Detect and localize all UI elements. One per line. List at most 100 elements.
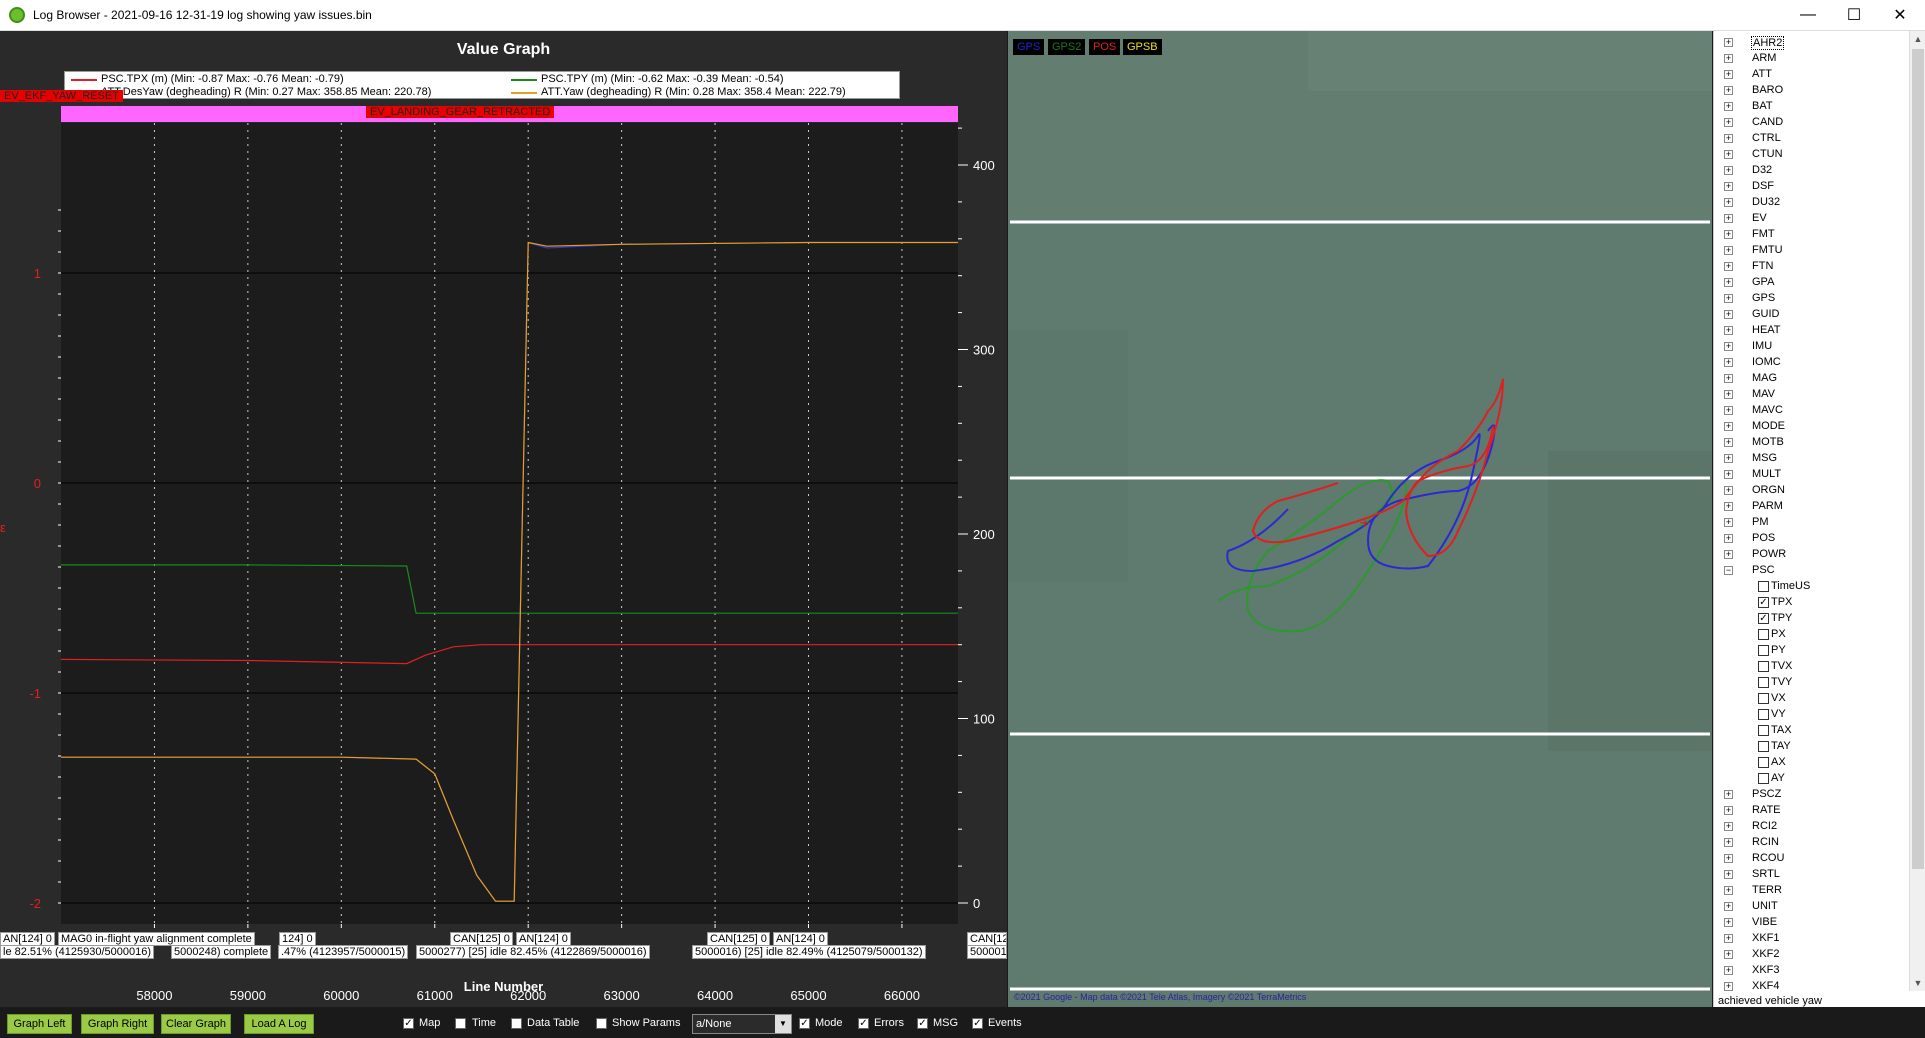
tree-item-rcou[interactable]: + RCOU: [1714, 851, 1910, 867]
tree-item-psc[interactable]: − PSC: [1714, 563, 1910, 579]
tree-field-checkbox[interactable]: [1758, 773, 1769, 784]
expand-icon[interactable]: +: [1724, 550, 1733, 559]
expand-icon[interactable]: +: [1724, 470, 1733, 479]
expand-icon[interactable]: +: [1724, 422, 1733, 431]
tree-item-baro[interactable]: + BARO: [1714, 83, 1910, 99]
tree-field-checkbox[interactable]: [1758, 581, 1769, 592]
expand-icon[interactable]: +: [1724, 950, 1733, 959]
expand-icon[interactable]: +: [1724, 534, 1733, 543]
expand-icon[interactable]: +: [1724, 310, 1733, 319]
tree-field-checkbox[interactable]: [1758, 645, 1769, 656]
scroll-up-icon[interactable]: ▲: [1913, 34, 1923, 44]
expand-icon[interactable]: +: [1724, 358, 1733, 367]
expand-icon[interactable]: +: [1724, 102, 1733, 111]
tree-item-pm[interactable]: + PM: [1714, 515, 1910, 531]
expand-icon[interactable]: +: [1724, 118, 1733, 127]
minimize-button[interactable]: —: [1785, 0, 1831, 30]
expand-icon[interactable]: +: [1724, 198, 1733, 207]
close-button[interactable]: ✕: [1877, 0, 1923, 30]
expand-icon[interactable]: +: [1724, 918, 1733, 927]
tree-item-mult[interactable]: + MULT: [1714, 467, 1910, 483]
tree-item-terr[interactable]: + TERR: [1714, 883, 1910, 899]
tree-item-motb[interactable]: + MOTB: [1714, 435, 1910, 451]
tree-item-dsf[interactable]: + DSF: [1714, 179, 1910, 195]
expand-icon[interactable]: +: [1724, 262, 1733, 271]
expand-icon[interactable]: +: [1724, 870, 1733, 879]
expand-icon[interactable]: +: [1724, 294, 1733, 303]
tree-scrollbar[interactable]: ▲ ▼: [1909, 31, 1925, 991]
expand-icon[interactable]: +: [1724, 902, 1733, 911]
tree-field-tax[interactable]: TAX: [1714, 723, 1910, 739]
expand-icon[interactable]: +: [1724, 518, 1733, 527]
tree-item-mode[interactable]: + MODE: [1714, 419, 1910, 435]
expand-icon[interactable]: +: [1724, 454, 1733, 463]
tree-field-checkbox[interactable]: [1758, 677, 1769, 688]
load-log-button[interactable]: Load A Log: [244, 1014, 314, 1034]
tree-field-checkbox[interactable]: [1758, 693, 1769, 704]
graph-right-button[interactable]: Graph Right: [81, 1014, 154, 1034]
scroll-down-icon[interactable]: ▼: [1913, 978, 1923, 988]
expand-icon[interactable]: +: [1724, 374, 1733, 383]
tree-field-ax[interactable]: AX: [1714, 755, 1910, 771]
clear-graph-button[interactable]: Clear Graph: [161, 1014, 231, 1034]
tree-item-rci2[interactable]: + RCI2: [1714, 819, 1910, 835]
tree-field-timeus[interactable]: TimeUS: [1714, 579, 1910, 595]
expand-icon[interactable]: +: [1724, 934, 1733, 943]
tree-item-pos[interactable]: + POS: [1714, 531, 1910, 547]
errors-checkbox[interactable]: ✓: [858, 1018, 869, 1029]
expand-icon[interactable]: +: [1724, 982, 1733, 991]
tree-field-tay[interactable]: TAY: [1714, 739, 1910, 755]
log-tree[interactable]: + AHR2 + ARM + ATT + BARO + BAT + CAND + CTRL + CTUN + D3…: [1714, 35, 1910, 995]
tree-field-checkbox[interactable]: [1758, 741, 1769, 752]
expand-icon[interactable]: +: [1724, 214, 1733, 223]
expand-icon[interactable]: +: [1724, 390, 1733, 399]
tree-item-parm[interactable]: + PARM: [1714, 499, 1910, 515]
tree-field-vy[interactable]: VY: [1714, 707, 1910, 723]
tree-item-imu[interactable]: + IMU: [1714, 339, 1910, 355]
expand-icon[interactable]: +: [1724, 38, 1733, 47]
expand-icon[interactable]: +: [1724, 486, 1733, 495]
tree-item-iomc[interactable]: + IOMC: [1714, 355, 1910, 371]
tree-item-pscz[interactable]: + PSCZ: [1714, 787, 1910, 803]
tree-item-gps[interactable]: + GPS: [1714, 291, 1910, 307]
maximize-button[interactable]: ☐: [1831, 0, 1877, 30]
tree-item-mag[interactable]: + MAG: [1714, 371, 1910, 387]
expand-icon[interactable]: +: [1724, 230, 1733, 239]
tree-item-unit[interactable]: + UNIT: [1714, 899, 1910, 915]
expand-icon[interactable]: +: [1724, 70, 1733, 79]
expand-icon[interactable]: +: [1724, 822, 1733, 831]
tree-item-heat[interactable]: + HEAT: [1714, 323, 1910, 339]
tree-item-xkf3[interactable]: + XKF3: [1714, 963, 1910, 979]
scroll-thumb[interactable]: [1912, 49, 1924, 869]
expand-icon[interactable]: +: [1724, 182, 1733, 191]
expand-icon[interactable]: +: [1724, 790, 1733, 799]
msg-checkbox[interactable]: ✓: [917, 1018, 928, 1029]
map-panel[interactable]: + GPS GPS2 POS GPSB ©2021 Google - Map d…: [1008, 31, 1712, 1007]
expand-icon[interactable]: +: [1724, 342, 1733, 351]
tree-field-ay[interactable]: AY: [1714, 771, 1910, 787]
tree-item-fmtu[interactable]: + FMTU: [1714, 243, 1910, 259]
tree-item-guid[interactable]: + GUID: [1714, 307, 1910, 323]
tree-item-gpa[interactable]: + GPA: [1714, 275, 1910, 291]
tree-field-checkbox[interactable]: [1758, 757, 1769, 768]
expand-icon[interactable]: +: [1724, 854, 1733, 863]
tree-item-xkf4[interactable]: + XKF4: [1714, 979, 1910, 995]
tree-item-mavc[interactable]: + MAVC: [1714, 403, 1910, 419]
tree-item-orgn[interactable]: + ORGN: [1714, 483, 1910, 499]
tree-item-ctrl[interactable]: + CTRL: [1714, 131, 1910, 147]
tree-item-att[interactable]: + ATT: [1714, 67, 1910, 83]
tree-field-tvx[interactable]: TVX: [1714, 659, 1910, 675]
graph-left-button[interactable]: Graph Left: [7, 1014, 72, 1034]
expand-icon[interactable]: +: [1724, 326, 1733, 335]
map-canvas[interactable]: +: [1008, 31, 1712, 1007]
expand-icon[interactable]: +: [1724, 278, 1733, 287]
expand-icon[interactable]: +: [1724, 886, 1733, 895]
time-checkbox[interactable]: [455, 1018, 466, 1029]
expand-icon[interactable]: +: [1724, 134, 1733, 143]
tree-item-mav[interactable]: + MAV: [1714, 387, 1910, 403]
mode-checkbox[interactable]: ✓: [799, 1018, 810, 1029]
expand-icon[interactable]: +: [1724, 806, 1733, 815]
tree-field-checkbox[interactable]: [1758, 725, 1769, 736]
value-graph-panel[interactable]: 58000 59000 60000 61000 62000 63000 64000 65000…: [0, 31, 1007, 1007]
tree-item-xkf2[interactable]: + XKF2: [1714, 947, 1910, 963]
